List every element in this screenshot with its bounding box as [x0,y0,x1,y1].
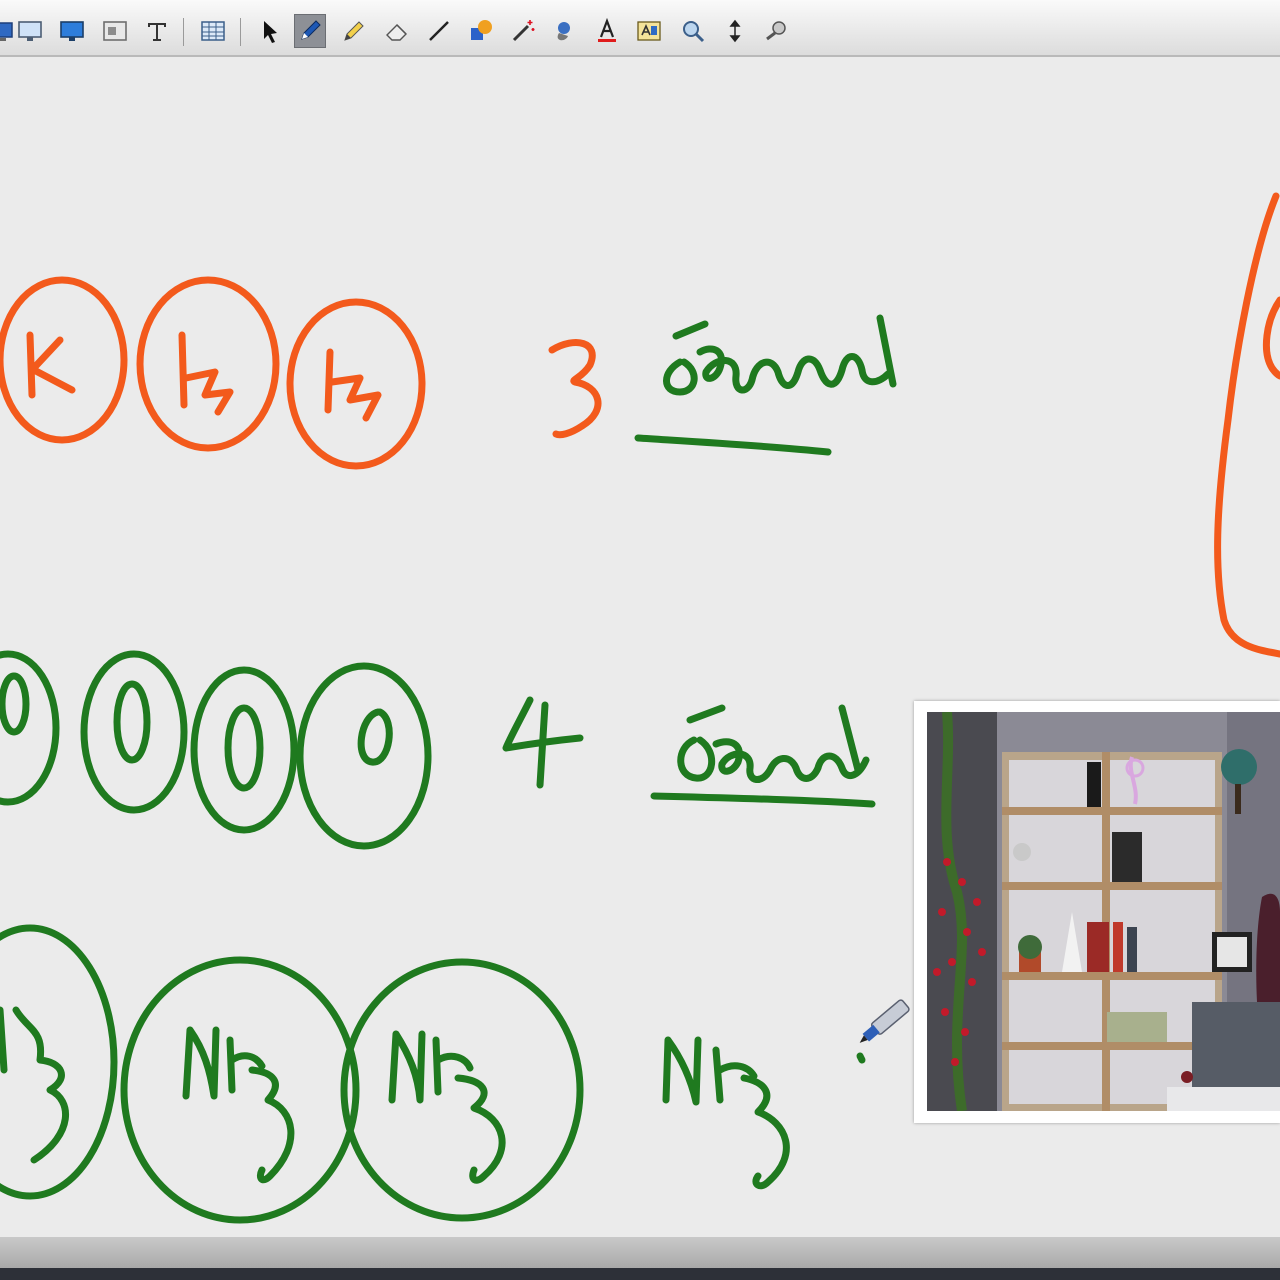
slide-icon[interactable] [99,14,131,48]
table-icon[interactable] [197,14,229,48]
nh3-stroke [662,1036,790,1190]
select-arrow-icon[interactable] [254,14,286,48]
number-four-stroke [502,696,584,789]
bottom-edge [0,1268,1280,1280]
dot-stroke [856,1052,866,1064]
move-vertical-icon[interactable] [719,14,751,48]
underline-stroke [650,792,876,808]
marker-cursor-icon [859,999,910,1043]
text-box-icon[interactable] [141,14,173,48]
webcam-feed [927,712,1280,1111]
pen-icon[interactable] [294,14,326,48]
orange-circle [0,276,128,444]
orange-circle [286,298,426,470]
green-circle [0,650,60,806]
monitor-blue-icon[interactable] [56,14,88,48]
eraser-icon[interactable] [381,14,413,48]
bottom-status-bar [0,1237,1280,1268]
insert-text-icon[interactable] [633,14,665,48]
webcam-overlay[interactable] [914,701,1280,1123]
monitor-icon[interactable] [14,14,46,48]
zoom-icon[interactable] [677,14,709,48]
green-circle [190,666,298,834]
orange-bracket-stroke [1263,296,1280,380]
text-color-icon[interactable] [591,14,623,48]
word-stroke [663,314,897,396]
number-three-stroke [548,339,602,439]
orange-circle [136,276,280,452]
toolbar [0,0,1280,57]
green-circle [0,924,118,1200]
underline-stroke [634,434,832,456]
green-circle [340,958,584,1222]
toolbar-separator [240,18,241,46]
word-stroke [677,704,870,783]
green-circle [80,650,188,814]
settings-icon[interactable] [761,14,793,48]
pencil-icon[interactable] [338,14,370,48]
green-circle [120,956,360,1224]
fill-icon[interactable] [549,14,581,48]
magic-wand-icon[interactable] [507,14,539,48]
orange-bracket-stroke [1214,192,1280,658]
green-circle [296,662,432,850]
toolbar-separator [183,18,184,46]
shapes-icon[interactable] [465,14,497,48]
line-icon[interactable] [423,14,455,48]
